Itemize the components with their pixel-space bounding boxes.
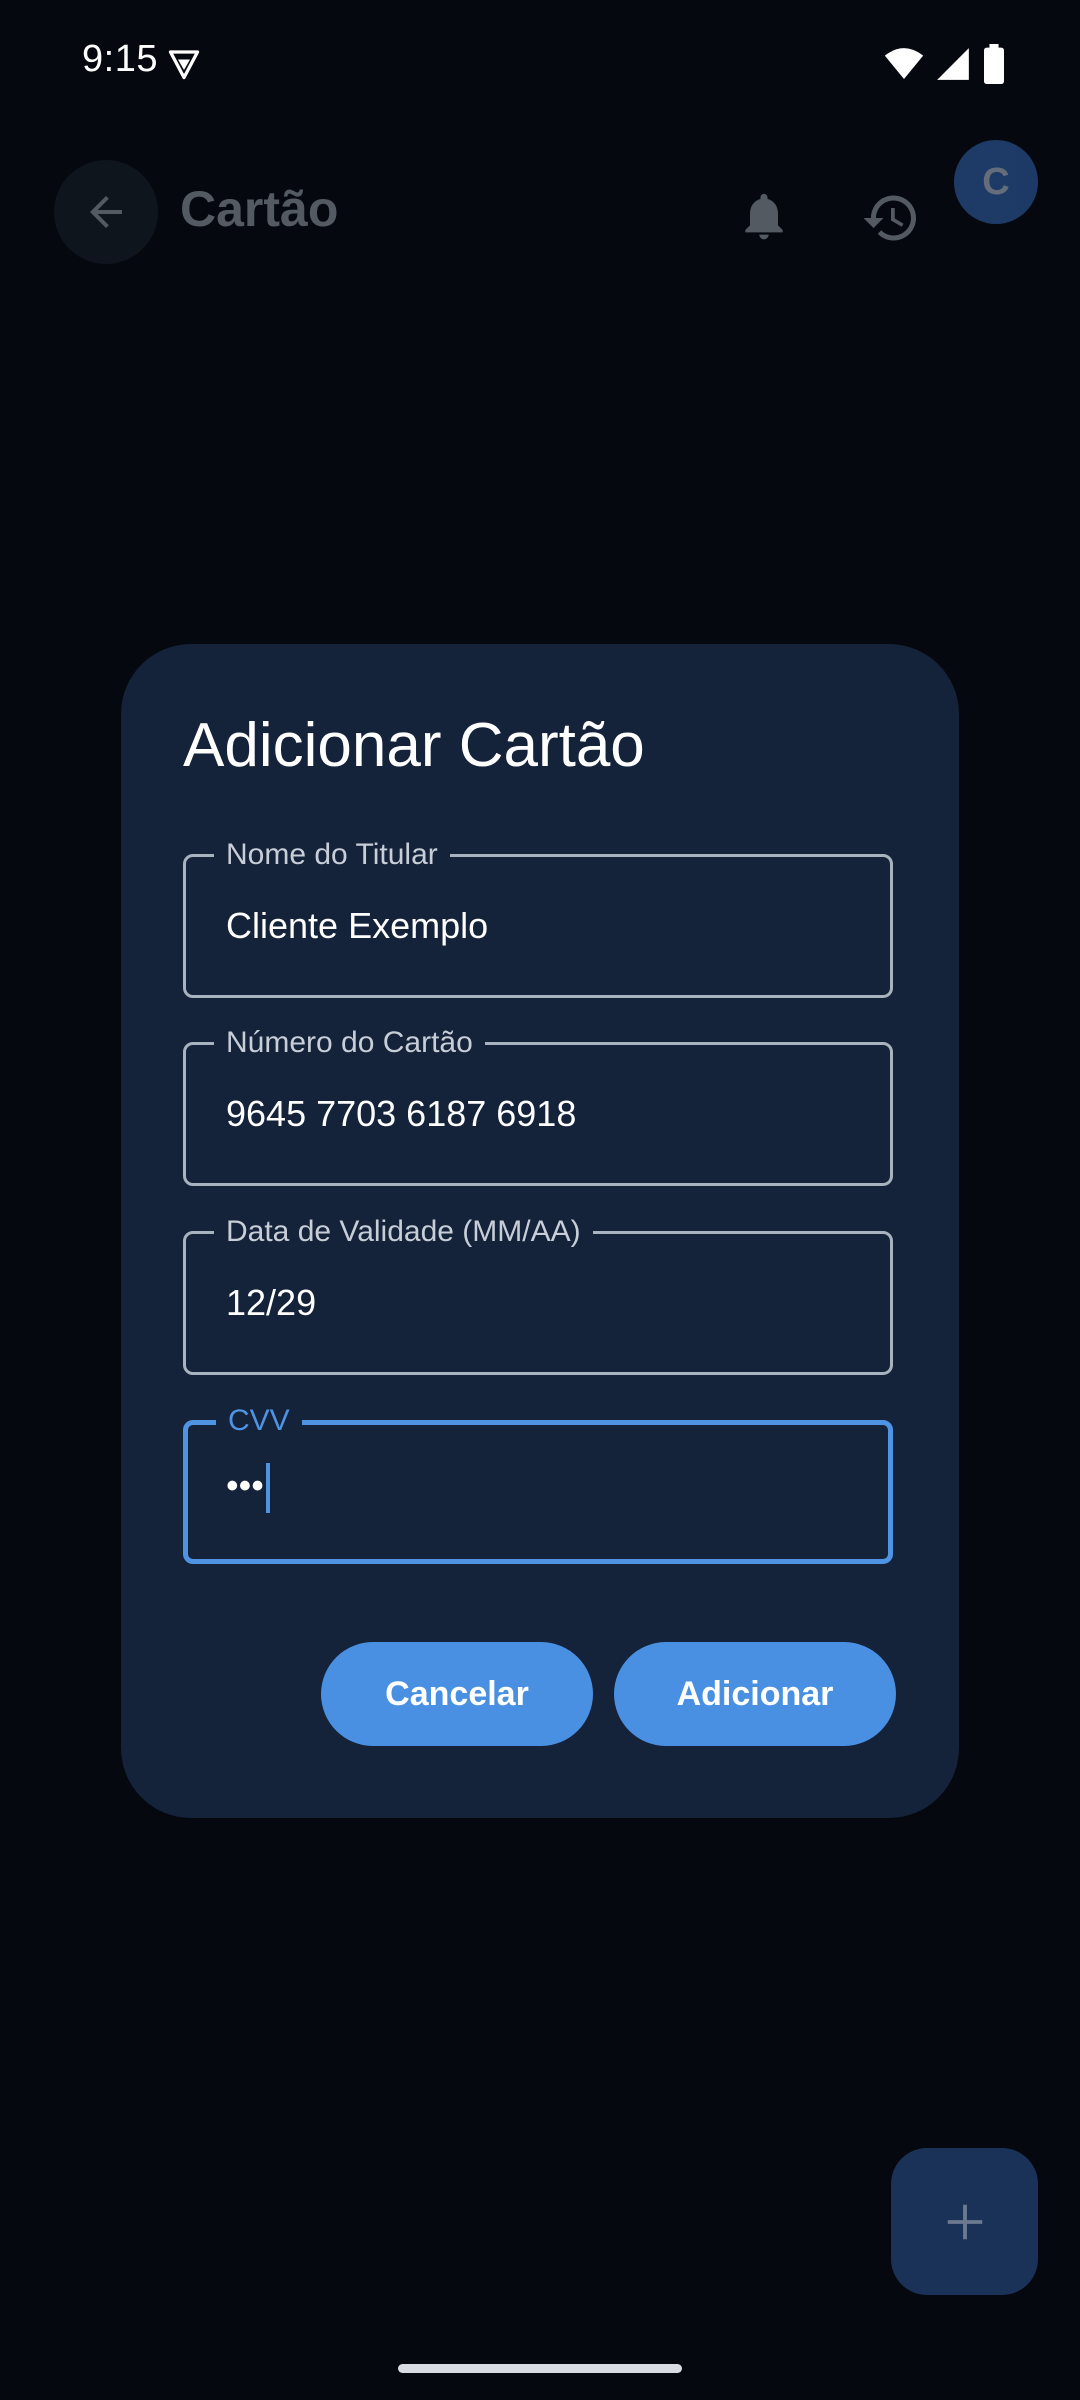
history-icon: [863, 195, 916, 241]
field-label: Nome do Titular: [214, 837, 450, 873]
add-fab-button[interactable]: [891, 2148, 1038, 2295]
history-button[interactable]: [853, 180, 929, 256]
dialog-title: Adicionar Cartão: [183, 711, 645, 780]
field-label: Número do Cartão: [214, 1025, 485, 1061]
field-label: CVV: [216, 1403, 302, 1439]
text-caret: [265, 1463, 270, 1513]
card-number-field[interactable]: Número do Cartão 9645 7703 6187 6918: [183, 1025, 893, 1186]
battery-icon: [984, 44, 1004, 84]
cvv-field[interactable]: CVV •••: [183, 1403, 893, 1564]
status-time: 9:15: [82, 38, 158, 80]
field-label: Data de Validade (MM/AA): [214, 1214, 593, 1250]
plus-icon: [947, 2204, 982, 2239]
cancel-button[interactable]: Cancelar: [321, 1642, 593, 1746]
field-value: 9645 7703 6187 6918: [226, 1093, 577, 1134]
top-app-bar: Cartão C: [0, 140, 1080, 290]
expiry-date-field[interactable]: Data de Validade (MM/AA) 12/29: [183, 1214, 893, 1375]
arrow-back-icon: [90, 196, 122, 228]
cvv-masked-value: •••: [226, 1464, 264, 1506]
back-button[interactable]: [54, 160, 158, 264]
notifications-button[interactable]: [728, 180, 800, 252]
add-card-dialog: Adicionar Cartão Nome do Titular Cliente…: [121, 644, 959, 1818]
avatar[interactable]: C: [954, 140, 1038, 224]
field-value: •••: [226, 1463, 270, 1513]
status-bar: 9:15: [0, 0, 1080, 126]
field-value: 12/29: [226, 1282, 317, 1323]
bell-icon: [745, 193, 783, 240]
wifi-icon: [884, 48, 924, 79]
vpn-key-icon: [168, 50, 200, 80]
home-indicator[interactable]: [398, 2364, 682, 2373]
add-button[interactable]: Adicionar: [614, 1642, 896, 1746]
cardholder-name-field[interactable]: Nome do Titular Cliente Exemplo: [183, 837, 893, 998]
signal-icon: [937, 48, 969, 80]
field-value: Cliente Exemplo: [226, 905, 489, 946]
page-title: Cartão: [180, 181, 339, 237]
